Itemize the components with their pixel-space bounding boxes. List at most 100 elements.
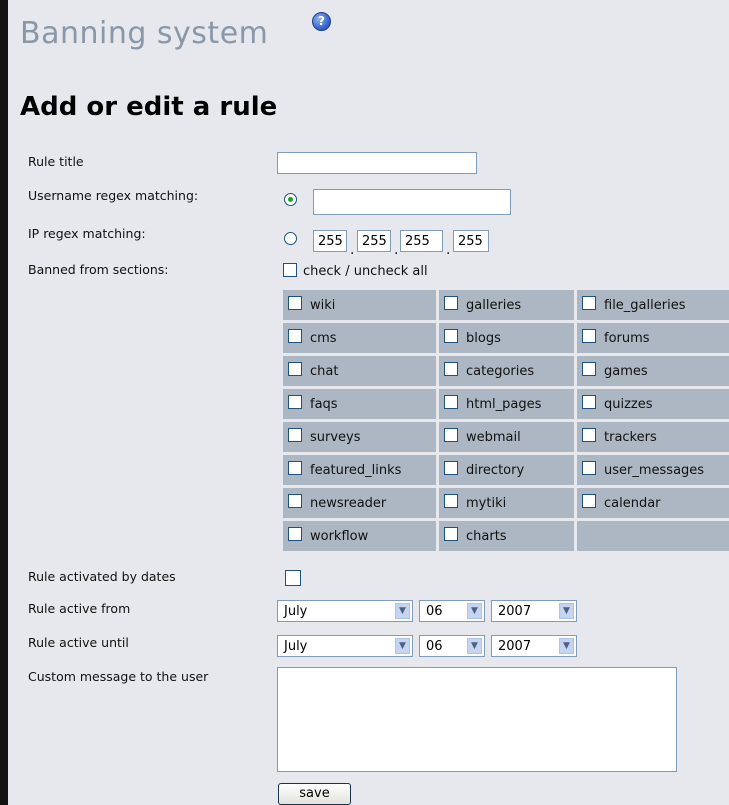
ip-octet-1[interactable] — [313, 230, 347, 252]
section-checkbox[interactable] — [444, 295, 458, 310]
section-option[interactable]: html_pages — [439, 389, 574, 419]
until-year-select[interactable]: 2007 ▼ — [491, 635, 577, 657]
from-year-value: 2007 — [498, 604, 532, 619]
section-option[interactable]: user_messages — [577, 455, 729, 485]
section-label: trackers — [604, 430, 657, 445]
check-all-label: check / uncheck all — [303, 264, 428, 279]
section-label: categories — [466, 364, 535, 379]
section-option[interactable]: games — [577, 356, 729, 386]
section-option[interactable]: workflow — [283, 521, 436, 551]
until-month-value: July — [284, 639, 308, 654]
until-month-select[interactable]: July ▼ — [277, 635, 413, 657]
section-option[interactable]: webmail — [439, 422, 574, 452]
until-day-value: 06 — [426, 639, 443, 654]
section-option[interactable]: forums — [577, 323, 729, 353]
section-option[interactable]: calendar — [577, 488, 729, 518]
section-label: webmail — [466, 430, 521, 445]
section-label: wiki — [310, 298, 336, 313]
ip-separator: . — [446, 242, 451, 258]
section-checkbox[interactable] — [444, 493, 458, 508]
ip-octet-4[interactable] — [453, 230, 489, 252]
check-all-checkbox[interactable] — [283, 262, 297, 277]
section-option[interactable]: file_galleries — [577, 290, 729, 320]
section-checkbox[interactable] — [582, 361, 596, 376]
chevron-down-icon[interactable]: ▼ — [559, 638, 574, 654]
ip-octet-3[interactable] — [400, 230, 443, 252]
section-checkbox[interactable] — [444, 361, 458, 376]
dates-checkbox[interactable] — [285, 570, 301, 586]
section-label: faqs — [310, 397, 338, 412]
section-option[interactable]: chat — [283, 356, 436, 386]
from-day-select[interactable]: 06 ▼ — [419, 600, 485, 622]
section-checkbox[interactable] — [444, 526, 458, 541]
section-label: games — [604, 364, 648, 379]
section-checkbox[interactable] — [444, 328, 458, 343]
section-checkbox[interactable] — [582, 427, 596, 442]
section-checkbox[interactable] — [288, 295, 302, 310]
section-checkbox[interactable] — [582, 394, 596, 409]
section-checkbox[interactable] — [288, 394, 302, 409]
save-button[interactable]: save — [278, 783, 351, 805]
section-label: galleries — [466, 298, 522, 313]
section-label: cms — [310, 331, 337, 346]
section-label: quizzes — [604, 397, 653, 412]
section-checkbox[interactable] — [288, 493, 302, 508]
section-option[interactable]: charts — [439, 521, 574, 551]
ip-octet-2[interactable] — [357, 230, 391, 252]
section-checkbox[interactable] — [444, 460, 458, 475]
ip-regex-radio[interactable] — [284, 232, 297, 245]
chevron-down-icon[interactable]: ▼ — [467, 638, 482, 654]
from-month-select[interactable]: July ▼ — [277, 600, 413, 622]
chevron-down-icon[interactable]: ▼ — [395, 638, 410, 654]
section-label: file_galleries — [604, 298, 686, 313]
section-option[interactable]: surveys — [283, 422, 436, 452]
chevron-down-icon[interactable]: ▼ — [467, 603, 482, 619]
section-option[interactable]: categories — [439, 356, 574, 386]
section-label: forums — [604, 331, 650, 346]
section-option[interactable]: newsreader — [283, 488, 436, 518]
section-option[interactable]: galleries — [439, 290, 574, 320]
chevron-down-icon[interactable]: ▼ — [395, 603, 410, 619]
section-option[interactable]: directory — [439, 455, 574, 485]
section-option[interactable]: wiki — [283, 290, 436, 320]
section-option[interactable]: mytiki — [439, 488, 574, 518]
section-label: featured_links — [310, 463, 402, 478]
chevron-down-icon[interactable]: ▼ — [559, 603, 574, 619]
section-label: calendar — [604, 496, 661, 511]
section-checkbox[interactable] — [444, 427, 458, 442]
section-option[interactable]: cms — [283, 323, 436, 353]
rule-title-input[interactable] — [277, 152, 477, 174]
ip-separator: . — [394, 242, 399, 258]
help-icon[interactable]: ? — [312, 12, 331, 31]
section-option[interactable]: trackers — [577, 422, 729, 452]
section-checkbox[interactable] — [582, 493, 596, 508]
section-label: surveys — [310, 430, 361, 445]
ip-separator: . — [350, 242, 355, 258]
section-label: chat — [310, 364, 339, 379]
username-regex-radio[interactable] — [284, 193, 297, 206]
section-checkbox[interactable] — [444, 394, 458, 409]
section-checkbox[interactable] — [288, 526, 302, 541]
section-option[interactable]: blogs — [439, 323, 574, 353]
section-label: workflow — [310, 529, 369, 544]
label-ip-regex: IP regex matching: — [28, 226, 146, 241]
section-checkbox[interactable] — [288, 328, 302, 343]
section-checkbox[interactable] — [582, 295, 596, 310]
section-checkbox[interactable] — [288, 460, 302, 475]
from-month-value: July — [284, 604, 308, 619]
custom-message-textarea[interactable] — [277, 667, 677, 772]
section-option[interactable]: faqs — [283, 389, 436, 419]
until-day-select[interactable]: 06 ▼ — [419, 635, 485, 657]
section-option[interactable]: quizzes — [577, 389, 729, 419]
check-all-toggle[interactable]: check / uncheck all — [283, 262, 428, 279]
section-checkbox[interactable] — [582, 460, 596, 475]
section-checkbox[interactable] — [288, 361, 302, 376]
empty-cell — [577, 521, 729, 551]
section-option[interactable]: featured_links — [283, 455, 436, 485]
label-banned-sections: Banned from sections: — [28, 262, 169, 277]
username-regex-input[interactable] — [313, 189, 511, 215]
from-year-select[interactable]: 2007 ▼ — [491, 600, 577, 622]
section-checkbox[interactable] — [288, 427, 302, 442]
page-title: Banning system — [20, 16, 269, 51]
section-checkbox[interactable] — [582, 328, 596, 343]
